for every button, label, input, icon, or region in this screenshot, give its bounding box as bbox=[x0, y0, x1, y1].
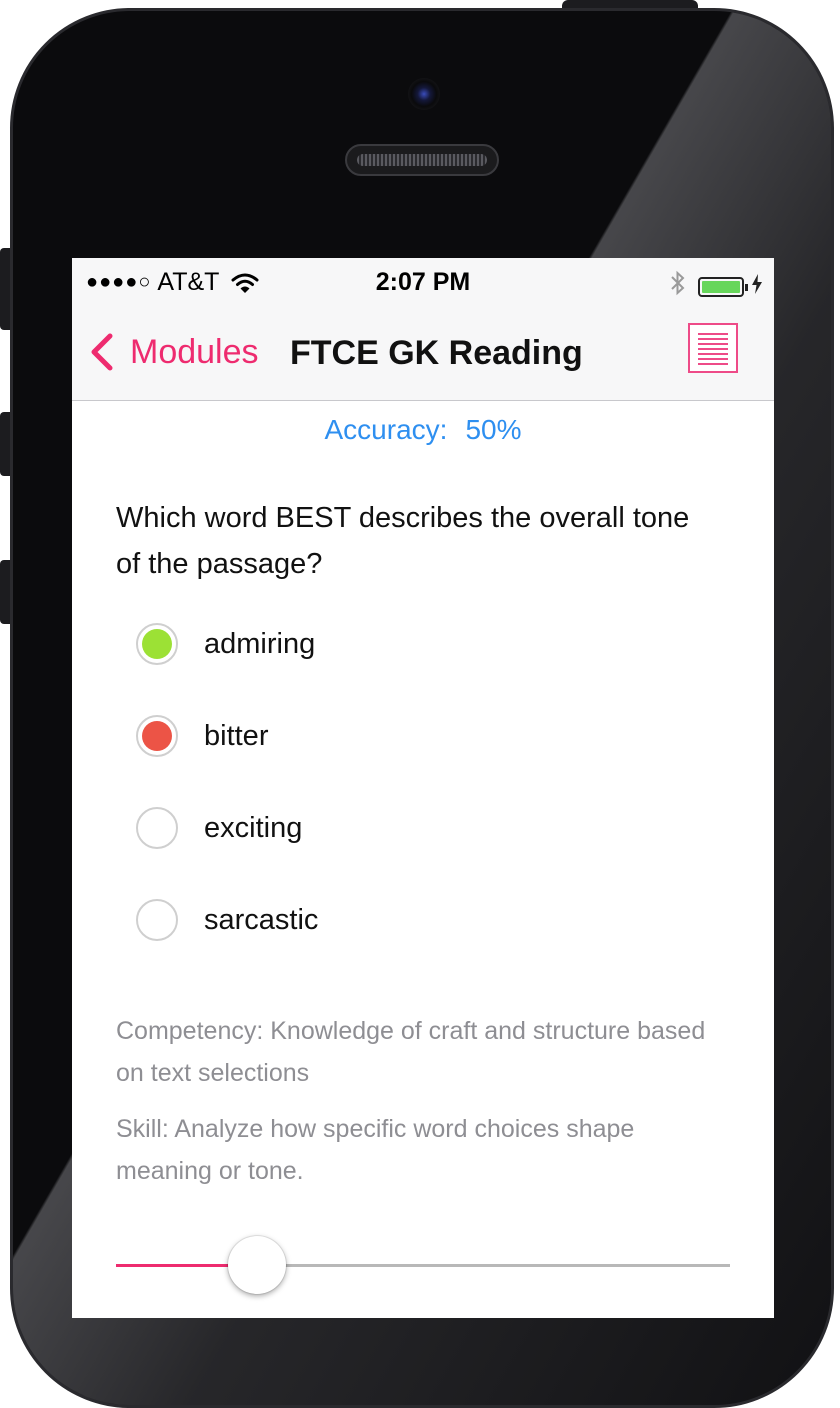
radio-button[interactable] bbox=[136, 899, 178, 941]
earpiece-speaker bbox=[345, 144, 499, 176]
radio-button[interactable] bbox=[136, 807, 178, 849]
phone-frame: ●●●●○ AT&T 2:07 PM Modules FTCE GK Readi… bbox=[0, 0, 840, 1408]
front-camera-icon bbox=[408, 78, 440, 110]
answer-option-admiring[interactable]: admiring bbox=[136, 623, 315, 665]
question-text: Which word BEST describes the overall to… bbox=[116, 502, 690, 580]
skill-text: Skill: Analyze how specific word choices… bbox=[116, 1115, 635, 1185]
competency-text: Competency: Knowledge of craft and struc… bbox=[116, 1017, 706, 1087]
slider-thumb[interactable] bbox=[228, 1236, 287, 1294]
answer-option-bitter[interactable]: bitter bbox=[136, 715, 268, 757]
charging-icon bbox=[752, 274, 762, 299]
radio-button[interactable] bbox=[136, 623, 178, 665]
answer-option-sarcastic[interactable]: sarcastic bbox=[136, 899, 318, 941]
list-icon[interactable] bbox=[688, 323, 738, 373]
battery-icon bbox=[698, 276, 748, 297]
radio-button[interactable] bbox=[136, 715, 178, 757]
status-right bbox=[670, 270, 762, 303]
screen: ●●●●○ AT&T 2:07 PM Modules FTCE GK Readi… bbox=[72, 258, 774, 1318]
bluetooth-icon bbox=[670, 270, 686, 303]
answer-option-exciting[interactable]: exciting bbox=[136, 807, 302, 849]
answer-label: bitter bbox=[204, 719, 269, 752]
answer-label: admiring bbox=[204, 627, 316, 660]
back-button[interactable]: Modules bbox=[86, 332, 259, 372]
accuracy-value: 50% bbox=[465, 414, 522, 445]
accuracy-label: Accuracy: bbox=[324, 414, 448, 445]
answer-label: sarcastic bbox=[204, 903, 319, 936]
back-button-label: Modules bbox=[130, 332, 259, 371]
status-bar: ●●●●○ AT&T 2:07 PM bbox=[72, 258, 774, 308]
navigation-bar: Modules FTCE GK Reading bbox=[72, 308, 774, 401]
battery-level bbox=[702, 280, 740, 293]
accuracy-readout: Accuracy: 50% bbox=[72, 414, 774, 446]
chevron-left-icon bbox=[91, 333, 113, 371]
progress-slider[interactable] bbox=[116, 1236, 730, 1296]
page-title: FTCE GK Reading bbox=[290, 334, 583, 372]
status-time: 2:07 PM bbox=[375, 268, 471, 296]
answer-label: exciting bbox=[204, 811, 303, 844]
